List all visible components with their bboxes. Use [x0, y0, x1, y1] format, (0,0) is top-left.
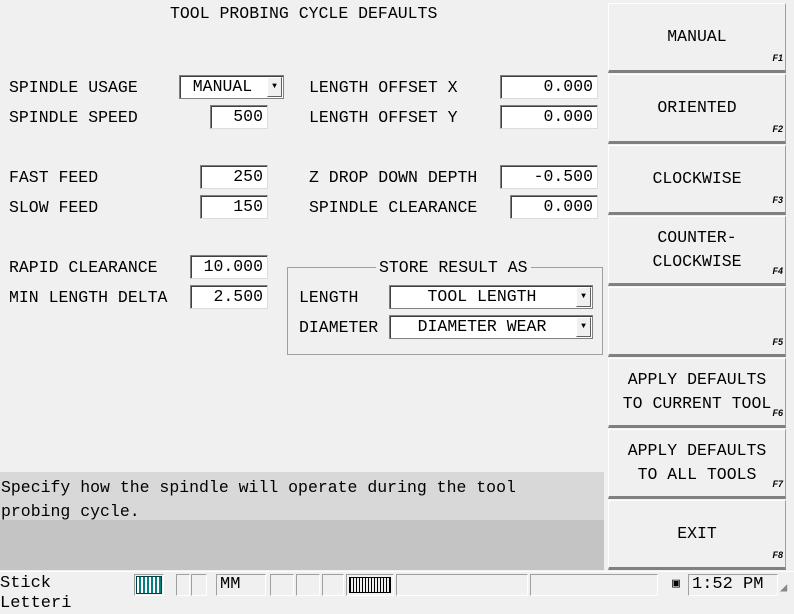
- spindle-speed-label: SPINDLE SPEED: [9, 108, 138, 127]
- spindle-speed-input[interactable]: 500: [210, 105, 268, 129]
- softkey-f4-counter-clockwise[interactable]: COUNTER- CLOCKWISE F4: [608, 216, 786, 286]
- z-drop-down-depth-label: Z DROP DOWN DEPTH: [309, 168, 478, 187]
- softkey-key: F3: [772, 195, 783, 205]
- rapid-clearance-input[interactable]: 10.000: [190, 255, 268, 279]
- softkey-f6-apply-current[interactable]: APPLY DEFAULTS TO CURRENT TOOL F6: [608, 358, 786, 428]
- slow-feed-label: SLOW FEED: [9, 198, 99, 217]
- help-area-lower: [0, 520, 604, 570]
- length-offset-y-label: LENGTH OFFSET Y: [309, 108, 458, 127]
- softkey-key: F8: [772, 550, 783, 560]
- chevron-down-icon[interactable]: ▼: [576, 317, 591, 337]
- softkey-f8-exit[interactable]: EXIT F8: [608, 500, 786, 570]
- help-text: Specify how the spindle will operate dur…: [0, 472, 604, 521]
- softkey-key: F5: [772, 337, 783, 347]
- softkey-key: F4: [772, 266, 783, 276]
- resize-grip-icon[interactable]: ◢: [780, 580, 787, 595]
- status-cell: [270, 574, 294, 596]
- diameter-label: DIAMETER: [299, 318, 379, 337]
- spindle-usage-dropdown[interactable]: MANUAL ▼: [179, 75, 284, 99]
- softkey-label: CLOCKWISE: [652, 169, 742, 188]
- status-font-name: Stick Letteri: [0, 574, 72, 613]
- status-cell: [322, 574, 344, 596]
- softkey-label: COUNTER- CLOCKWISE: [652, 228, 742, 271]
- fast-feed-input[interactable]: 250: [200, 165, 268, 189]
- calculator-icon[interactable]: [134, 574, 164, 596]
- status-cell: [176, 574, 190, 596]
- softkey-key: F1: [772, 53, 783, 63]
- network-icon: ▣: [672, 576, 680, 591]
- softkey-key: F2: [772, 124, 783, 134]
- softkey-label: APPLY DEFAULTS TO CURRENT TOOL: [622, 370, 772, 413]
- diameter-store-dropdown[interactable]: DIAMETER WEAR ▼: [389, 315, 593, 339]
- status-clock: 1:52 PM: [688, 574, 778, 596]
- status-cell: [530, 574, 658, 596]
- spindle-clearance-label: SPINDLE CLEARANCE: [309, 198, 478, 217]
- status-cell: [191, 574, 207, 596]
- length-store-dropdown[interactable]: TOOL LENGTH ▼: [389, 285, 593, 309]
- softkey-f1-manual[interactable]: MANUAL F1: [608, 3, 786, 73]
- store-result-title: STORE RESULT AS: [376, 258, 531, 277]
- softkey-f5-empty[interactable]: F5: [608, 287, 786, 357]
- fast-feed-label: FAST FEED: [9, 168, 99, 187]
- slow-feed-input[interactable]: 150: [200, 195, 268, 219]
- softkey-key: F6: [772, 408, 783, 418]
- diameter-store-value: DIAMETER WEAR: [417, 317, 547, 336]
- softkey-label: MANUAL: [667, 27, 727, 46]
- rapid-clearance-label: RAPID CLEARANCE: [9, 258, 158, 277]
- spindle-usage-label: SPINDLE USAGE: [9, 78, 138, 97]
- spindle-usage-value: MANUAL: [192, 77, 253, 96]
- length-offset-x-input[interactable]: 0.000: [500, 75, 598, 99]
- softkey-key: F7: [772, 479, 783, 489]
- softkey-label: ORIENTED: [657, 98, 737, 117]
- softkey-f3-clockwise[interactable]: CLOCKWISE F3: [608, 145, 786, 215]
- status-cell: [396, 574, 528, 596]
- length-offset-x-label: LENGTH OFFSET X: [309, 78, 458, 97]
- length-store-value: TOOL LENGTH: [427, 287, 537, 306]
- chevron-down-icon[interactable]: ▼: [267, 77, 282, 97]
- min-length-delta-label: MIN LENGTH DELTA: [9, 288, 168, 307]
- chevron-down-icon[interactable]: ▼: [576, 287, 591, 307]
- store-result-group: [287, 267, 603, 355]
- softkey-f2-oriented[interactable]: ORIENTED F2: [608, 74, 786, 144]
- length-offset-y-input[interactable]: 0.000: [500, 105, 598, 129]
- softkey-label: EXIT: [677, 524, 717, 543]
- spindle-clearance-input[interactable]: 0.000: [510, 195, 598, 219]
- z-drop-down-depth-input[interactable]: -0.500: [500, 165, 598, 189]
- keyboard-icon[interactable]: [346, 574, 394, 596]
- min-length-delta-input[interactable]: 2.500: [190, 285, 268, 309]
- status-units: MM: [216, 574, 266, 596]
- length-label: LENGTH: [299, 288, 359, 307]
- page-title: TOOL PROBING CYCLE DEFAULTS: [170, 4, 438, 23]
- status-cell: [296, 574, 320, 596]
- softkey-f7-apply-all[interactable]: APPLY DEFAULTS TO ALL TOOLS F7: [608, 429, 786, 499]
- softkey-label: APPLY DEFAULTS TO ALL TOOLS: [627, 441, 767, 484]
